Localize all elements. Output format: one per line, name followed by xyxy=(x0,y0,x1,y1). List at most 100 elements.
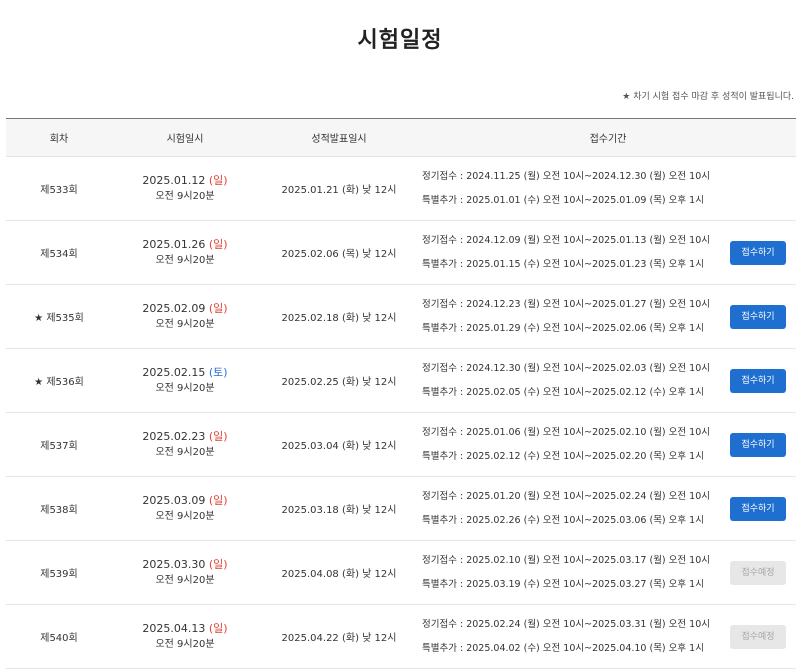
table-row: 제533회 2025.01.12 (일) 오전 9시20분 2025.01.21 (화… xyxy=(6,156,796,221)
exam-datetime-cell: 2025.03.09 (일) 오전 9시20분 xyxy=(112,476,258,541)
header-exam-datetime: 시험일시 xyxy=(112,118,258,157)
round-cell: 제539회 xyxy=(6,540,112,605)
action-cell: 접수하기 xyxy=(720,284,796,349)
regular-registration: 정기접수 : 2025.02.24 (월) 오전 10시~2025.03.31 … xyxy=(422,618,710,630)
round-cell: 제537회 xyxy=(6,412,112,477)
register-button[interactable]: 접수하기 xyxy=(730,368,786,393)
action-cell: 접수하기 xyxy=(720,476,796,541)
exam-date-line: 2025.02.09 (일) xyxy=(112,301,258,317)
exam-time: 오전 9시20분 xyxy=(155,318,215,330)
exam-datetime-cell: 2025.04.13 (일) 오전 9시20분 xyxy=(112,604,258,669)
round-cell: ★ 제536회 xyxy=(6,348,112,413)
action-cell: 접수예정 xyxy=(720,604,796,669)
exam-weekday: (일) xyxy=(208,237,228,251)
register-scheduled-button: 접수예정 xyxy=(730,624,786,649)
exam-time: 오전 9시20분 xyxy=(155,446,215,458)
exam-schedule-table: 회차 시험일시 성적발표일시 접수기간 제533회 2025.01.12 (일) 오… xyxy=(6,118,796,669)
result-datetime-cell: 2025.02.18 (화) 낮 12시 xyxy=(258,284,420,349)
exam-date-line: 2025.01.12 (일) xyxy=(112,173,258,189)
regular-registration: 정기접수 : 2024.11.25 (월) 오전 10시~2024.12.30 … xyxy=(422,170,710,182)
action-cell: 접수하기 xyxy=(720,348,796,413)
register-button[interactable]: 접수하기 xyxy=(730,432,786,457)
special-registration: 특별추가 : 2025.04.02 (수) 오전 10시~2025.04.10 … xyxy=(422,642,704,654)
exam-datetime-cell: 2025.02.09 (일) 오전 9시20분 xyxy=(112,284,258,349)
result-datetime-cell: 2025.04.22 (화) 낮 12시 xyxy=(258,604,420,669)
exam-date: 2025.03.09 xyxy=(142,493,206,507)
regular-registration: 정기접수 : 2024.12.23 (월) 오전 10시~2025.01.27 … xyxy=(422,298,710,310)
round-cell: 제534회 xyxy=(6,220,112,285)
special-registration: 특별추가 : 2025.01.01 (수) 오전 10시~2025.01.09 … xyxy=(422,194,704,206)
registration-period-cell: 정기접수 : 2024.12.30 (월) 오전 10시~2025.02.03 … xyxy=(420,348,720,413)
header-registration-period: 접수기간 xyxy=(420,118,796,157)
registration-period-cell: 정기접수 : 2024.12.09 (월) 오전 10시~2025.01.13 … xyxy=(420,220,720,285)
exam-date: 2025.02.15 xyxy=(142,365,206,379)
action-cell: 접수하기 xyxy=(720,412,796,477)
exam-date: 2025.03.30 xyxy=(142,557,206,571)
table-row: 제537회 2025.02.23 (일) 오전 9시20분 2025.03.04 (화… xyxy=(6,412,796,477)
exam-time: 오전 9시20분 xyxy=(155,574,215,586)
regular-registration: 정기접수 : 2025.01.06 (월) 오전 10시~2025.02.10 … xyxy=(422,426,710,438)
result-datetime-cell: 2025.02.25 (화) 낮 12시 xyxy=(258,348,420,413)
exam-datetime-cell: 2025.01.12 (일) 오전 9시20분 xyxy=(112,156,258,221)
result-datetime-cell: 2025.04.08 (화) 낮 12시 xyxy=(258,540,420,605)
special-registration: 특별추가 : 2025.02.26 (수) 오전 10시~2025.03.06 … xyxy=(422,514,704,526)
exam-date: 2025.02.09 xyxy=(142,301,206,315)
table-row: 제539회 2025.03.30 (일) 오전 9시20분 2025.04.08 (화… xyxy=(6,540,796,605)
exam-weekday: (일) xyxy=(208,621,228,635)
exam-weekday: (토) xyxy=(208,365,228,379)
exam-weekday: (일) xyxy=(208,493,228,507)
exam-date: 2025.01.26 xyxy=(142,237,206,251)
round-cell: 제533회 xyxy=(6,156,112,221)
exam-datetime-cell: 2025.02.23 (일) 오전 9시20분 xyxy=(112,412,258,477)
table-row: 제540회 2025.04.13 (일) 오전 9시20분 2025.04.22 (화… xyxy=(6,604,796,669)
page-title: 시험일정 xyxy=(357,28,443,53)
table-row: 제534회 2025.01.26 (일) 오전 9시20분 2025.02.06 (목… xyxy=(6,220,796,285)
exam-time: 오전 9시20분 xyxy=(155,190,215,202)
exam-date-line: 2025.04.13 (일) xyxy=(112,621,258,637)
result-notice: ★ 차기 시험 접수 마감 후 성적이 발표됩니다. xyxy=(622,92,794,102)
special-registration: 특별추가 : 2025.03.19 (수) 오전 10시~2025.03.27 … xyxy=(422,578,704,590)
exam-date: 2025.04.13 xyxy=(142,621,206,635)
exam-weekday: (일) xyxy=(208,557,228,571)
action-cell xyxy=(720,156,796,221)
registration-period-cell: 정기접수 : 2024.11.25 (월) 오전 10시~2024.12.30 … xyxy=(420,156,720,221)
exam-date-line: 2025.02.23 (일) xyxy=(112,429,258,445)
special-registration: 특별추가 : 2025.01.15 (수) 오전 10시~2025.01.23 … xyxy=(422,258,704,270)
result-datetime-cell: 2025.03.18 (화) 낮 12시 xyxy=(258,476,420,541)
regular-registration: 정기접수 : 2025.01.20 (월) 오전 10시~2025.02.24 … xyxy=(422,490,710,502)
exam-weekday: (일) xyxy=(208,301,228,315)
exam-datetime-cell: 2025.01.26 (일) 오전 9시20분 xyxy=(112,220,258,285)
exam-time: 오전 9시20분 xyxy=(155,254,215,266)
round-cell: 제540회 xyxy=(6,604,112,669)
exam-date: 2025.01.12 xyxy=(142,173,206,187)
special-registration: 특별추가 : 2025.02.12 (수) 오전 10시~2025.02.20 … xyxy=(422,450,704,462)
registration-period-cell: 정기접수 : 2025.02.24 (월) 오전 10시~2025.03.31 … xyxy=(420,604,720,669)
exam-date-line: 2025.03.30 (일) xyxy=(112,557,258,573)
register-button[interactable]: 접수하기 xyxy=(730,304,786,329)
registration-period-cell: 정기접수 : 2025.02.10 (월) 오전 10시~2025.03.17 … xyxy=(420,540,720,605)
result-datetime-cell: 2025.03.04 (화) 낮 12시 xyxy=(258,412,420,477)
exam-date: 2025.02.23 xyxy=(142,429,206,443)
header-result-datetime: 성적발표일시 xyxy=(258,118,420,157)
exam-time: 오전 9시20분 xyxy=(155,638,215,650)
table-row: 제538회 2025.03.09 (일) 오전 9시20분 2025.03.18 (화… xyxy=(6,476,796,541)
register-scheduled-button: 접수예정 xyxy=(730,560,786,585)
result-datetime-cell: 2025.02.06 (목) 낮 12시 xyxy=(258,220,420,285)
table-row: ★ 제535회 2025.02.09 (일) 오전 9시20분 2025.02.18 … xyxy=(6,284,796,349)
result-datetime-cell: 2025.01.21 (화) 낮 12시 xyxy=(258,156,420,221)
action-cell: 접수하기 xyxy=(720,220,796,285)
registration-period-cell: 정기접수 : 2025.01.06 (월) 오전 10시~2025.02.10 … xyxy=(420,412,720,477)
table-row: ★ 제536회 2025.02.15 (토) 오전 9시20분 2025.02.25 … xyxy=(6,348,796,413)
exam-date-line: 2025.01.26 (일) xyxy=(112,237,258,253)
exam-time: 오전 9시20분 xyxy=(155,510,215,522)
exam-weekday: (일) xyxy=(208,429,228,443)
regular-registration: 정기접수 : 2024.12.30 (월) 오전 10시~2025.02.03 … xyxy=(422,362,710,374)
exam-time: 오전 9시20분 xyxy=(155,382,215,394)
exam-date-line: 2025.03.09 (일) xyxy=(112,493,258,509)
round-cell: ★ 제535회 xyxy=(6,284,112,349)
register-button[interactable]: 접수하기 xyxy=(730,240,786,265)
register-button[interactable]: 접수하기 xyxy=(730,496,786,521)
special-registration: 특별추가 : 2025.02.05 (수) 오전 10시~2025.02.12 … xyxy=(422,386,704,398)
exam-date-line: 2025.02.15 (토) xyxy=(112,365,258,381)
header-round: 회차 xyxy=(6,118,112,157)
